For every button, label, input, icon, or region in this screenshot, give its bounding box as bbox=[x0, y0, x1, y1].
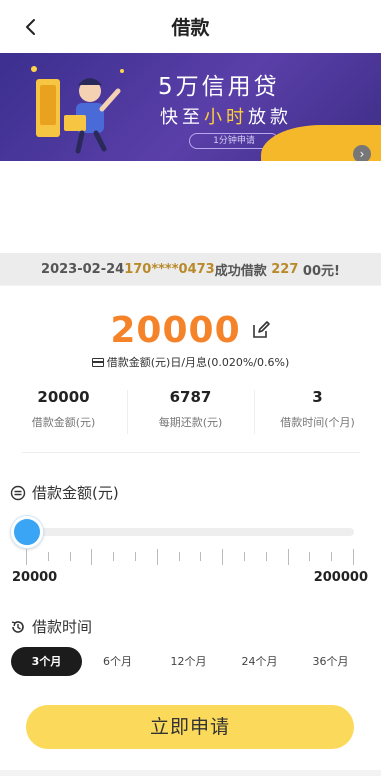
term-section-label: 借款时间 bbox=[32, 618, 93, 636]
currency-icon bbox=[10, 485, 26, 500]
banner-subline-suffix: 放款 bbox=[248, 107, 292, 128]
amount-row: 20000 bbox=[0, 308, 381, 352]
history-icon bbox=[11, 620, 24, 633]
banner-subline: 快至小时放款 bbox=[160, 103, 292, 129]
notice-date: 2023-02-24 bbox=[41, 261, 125, 277]
rate-info: 借款金额(元)日/月息(0.020%/0.6%) bbox=[0, 354, 381, 370]
top-bar: 借款 bbox=[0, 0, 381, 53]
slider-tick bbox=[26, 549, 27, 565]
slider-tick bbox=[309, 552, 311, 561]
apply-button[interactable]: 立即申请 bbox=[26, 705, 354, 749]
term-option-12[interactable]: 12个月 bbox=[153, 647, 224, 676]
loan-stats: 20000 借款金额(元) 6787 每期还款(元) 3 借款时间(个月) bbox=[0, 388, 381, 442]
slider-tick bbox=[135, 552, 136, 561]
slider-tick bbox=[331, 552, 333, 561]
amount-section-title: 借款金额(元) bbox=[10, 482, 119, 503]
amount-slider-handle[interactable] bbox=[11, 516, 43, 548]
blank-area bbox=[0, 161, 381, 253]
notice-amount: 227 bbox=[271, 261, 299, 277]
promo-banner[interactable]: 5万信用贷 快至小时放款 1分钟申请 › bbox=[0, 53, 381, 161]
amount-slider-track[interactable] bbox=[14, 528, 354, 536]
slider-tick bbox=[244, 552, 245, 561]
slider-ticks bbox=[26, 549, 354, 567]
stat-amount: 20000 借款金额(元) bbox=[0, 388, 127, 442]
slider-tick bbox=[91, 549, 93, 565]
term-option-6[interactable]: 6个月 bbox=[82, 647, 153, 676]
chevron-right-icon[interactable]: › bbox=[353, 145, 371, 161]
notice-phone: 170****0473 bbox=[124, 261, 215, 277]
term-option-24[interactable]: 24个月 bbox=[224, 647, 295, 676]
term-option-36[interactable]: 36个月 bbox=[295, 647, 366, 676]
loan-card: 20000 借款金额(元)日/月息(0.020%/0.6%) 20000 借款金… bbox=[0, 286, 381, 770]
banner-headline: 5万信用贷 bbox=[158, 74, 280, 100]
slider-tick bbox=[222, 549, 224, 565]
term-options: 3个月 6个月 12个月 24个月 36个月 bbox=[11, 647, 366, 676]
loan-amount: 20000 bbox=[110, 309, 241, 351]
edit-icon[interactable] bbox=[251, 320, 271, 340]
slider-tick bbox=[113, 552, 115, 561]
slider-tick bbox=[47, 552, 49, 561]
credit-card-icon bbox=[91, 358, 104, 367]
stat-label: 借款时间(个月) bbox=[280, 416, 355, 429]
slider-tick bbox=[69, 552, 71, 561]
notice-suffix: 00元! bbox=[302, 263, 340, 279]
banner-subline-prefix: 快至 bbox=[160, 107, 204, 128]
rate-text: 借款金额(元)日/月息(0.020%/0.6%) bbox=[106, 356, 290, 369]
stat-term: 3 借款时间(个月) bbox=[254, 388, 381, 442]
slider-tick bbox=[178, 552, 180, 561]
page-title: 借款 bbox=[171, 17, 210, 39]
divider bbox=[22, 452, 360, 453]
stat-label: 每期还款(元) bbox=[158, 416, 223, 429]
term-option-3[interactable]: 3个月 bbox=[11, 647, 82, 676]
stat-value: 6787 bbox=[169, 388, 212, 406]
banner-illustration bbox=[31, 66, 124, 154]
amount-section-label: 借款金额(元) bbox=[32, 484, 119, 502]
stat-label: 借款金额(元) bbox=[31, 416, 96, 429]
slider-tick bbox=[156, 549, 158, 565]
loan-notice: 2023-02-24 170****0473 成功借款 227 00元! bbox=[0, 253, 381, 285]
term-section-title: 借款时间 bbox=[10, 616, 92, 637]
stat-value: 20000 bbox=[37, 388, 90, 406]
slider-tick bbox=[265, 552, 267, 561]
banner-subline-highlight: 小时 bbox=[204, 107, 248, 128]
slider-tick bbox=[287, 549, 289, 565]
stat-repayment: 6787 每期还款(元) bbox=[127, 388, 254, 442]
slider-max-value: 200000 bbox=[313, 570, 368, 585]
slider-tick bbox=[353, 549, 354, 565]
slider-min-value: 20000 bbox=[12, 570, 58, 585]
stat-value: 3 bbox=[312, 388, 323, 406]
chevron-left-icon[interactable] bbox=[20, 16, 42, 38]
slider-tick bbox=[200, 552, 202, 561]
notice-middle: 成功借款 bbox=[214, 263, 267, 279]
